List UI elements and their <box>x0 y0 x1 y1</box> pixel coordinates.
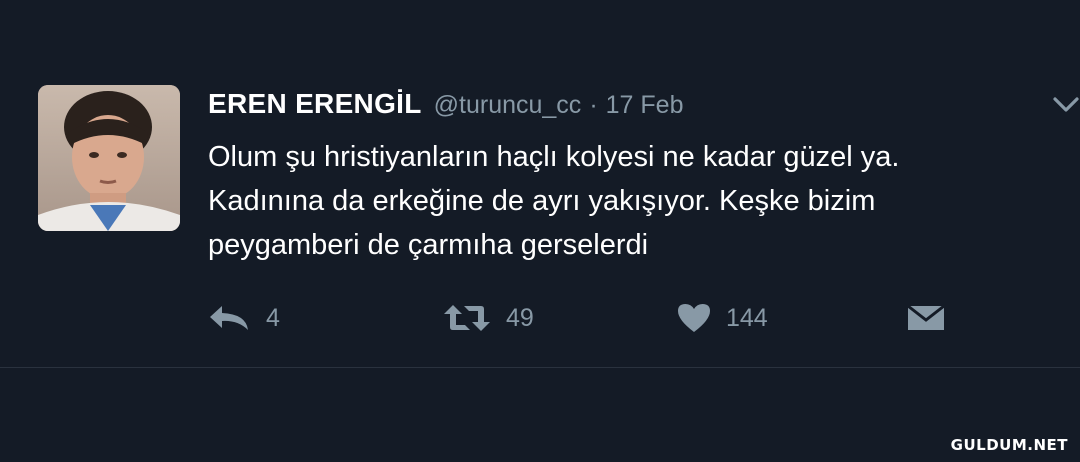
reply-count: 4 <box>266 303 280 332</box>
retweet-icon <box>442 303 492 333</box>
author-name[interactable]: EREN ERENGİL <box>208 88 422 120</box>
divider <box>0 367 1080 368</box>
envelope-icon <box>906 302 946 334</box>
tweet-text-line: peygamberi de çarmıha gerselerdi <box>208 229 649 261</box>
chevron-down-icon[interactable] <box>1052 94 1080 116</box>
tweet-text-line: Kadınına da erkeğine de ayrı yakışıyor. … <box>208 185 876 217</box>
avatar[interactable] <box>38 85 180 231</box>
like-count: 144 <box>726 303 768 332</box>
author-handle[interactable]: @turuncu_cc <box>434 91 582 120</box>
retweet-count: 49 <box>506 303 534 332</box>
tweet-text-line: Olum şu hristiyanların haçlı kolyesi ne … <box>208 141 900 173</box>
header-separator: · <box>589 91 598 119</box>
tweet-date[interactable]: 17 Feb <box>606 91 684 120</box>
watermark: GULDUM.NET <box>950 436 1068 454</box>
like-button[interactable]: 144 <box>676 298 768 338</box>
heart-icon <box>676 302 712 334</box>
avatar-photo <box>38 85 180 231</box>
message-button[interactable] <box>906 298 946 338</box>
tweet-header: EREN ERENGİL @turuncu_cc · 17 Feb <box>208 88 683 120</box>
tweet-actions: 4 49 144 <box>208 298 968 338</box>
reply-icon <box>208 304 252 332</box>
retweet-button[interactable]: 49 <box>442 298 534 338</box>
tweet-text: Olum şu hristiyanların haçlı kolyesi ne … <box>208 135 1048 267</box>
tweet-card[interactable]: EREN ERENGİL @turuncu_cc · 17 Feb Olum ş… <box>0 0 1080 367</box>
reply-button[interactable]: 4 <box>208 298 280 338</box>
